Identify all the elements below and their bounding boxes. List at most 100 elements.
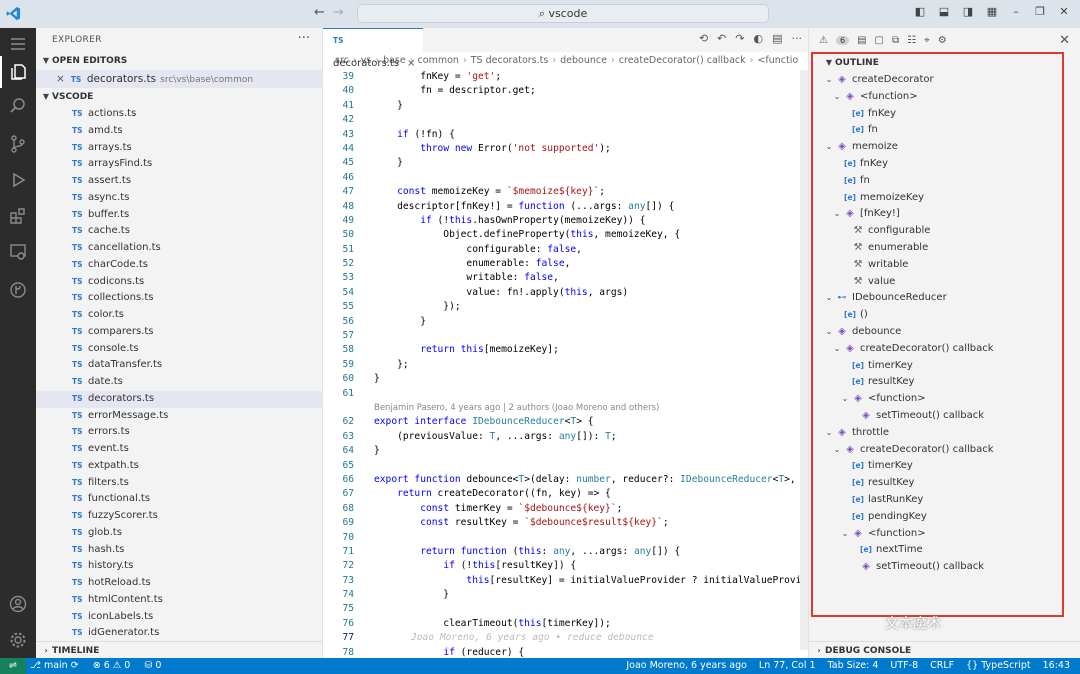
open-editors-section[interactable]: ▼ OPEN EDITORS bbox=[36, 52, 322, 70]
sync-icon[interactable]: ⟳ bbox=[71, 660, 79, 671]
outline-item[interactable]: ⌄ ◈ debounce bbox=[813, 324, 1062, 341]
breadcrumb-item[interactable]: <functio bbox=[757, 55, 798, 66]
file-item[interactable]: TS date.ts bbox=[36, 374, 322, 391]
toggle-secondary-sidebar-icon[interactable]: ◨ bbox=[962, 6, 974, 18]
outline-item[interactable]: ⚒ writable bbox=[813, 257, 1062, 274]
more-actions-icon[interactable]: ··· bbox=[298, 31, 310, 46]
command-center-search[interactable]: ⌕ vscode bbox=[357, 4, 769, 23]
chevron-down-icon[interactable]: ⌄ bbox=[823, 139, 835, 156]
layout-icon[interactable]: ▦ bbox=[986, 6, 998, 18]
outline-item[interactable]: [e] resultKey bbox=[813, 475, 1062, 492]
outline-item[interactable]: [e] nextTime bbox=[813, 542, 1062, 559]
chevron-down-icon[interactable]: ⌄ bbox=[823, 324, 835, 341]
outline-item[interactable]: [e] timerKey bbox=[813, 458, 1062, 475]
file-item[interactable]: TS event.ts bbox=[36, 441, 322, 458]
outline-item[interactable]: ⚒ value bbox=[813, 274, 1062, 291]
file-item[interactable]: TS idGenerator.ts bbox=[36, 625, 322, 642]
tab-decorators-ts[interactable]: TS decorators.ts × bbox=[323, 28, 423, 69]
file-item[interactable]: TS iconLabels.ts bbox=[36, 609, 322, 626]
file-item[interactable]: TS arrays.ts bbox=[36, 140, 322, 157]
extensions-view-icon[interactable]: ⚙ bbox=[938, 35, 947, 46]
timeline-icon[interactable]: ⌖ bbox=[924, 35, 930, 46]
file-item[interactable]: TS history.ts bbox=[36, 558, 322, 575]
file-item[interactable]: TS dataTransfer.ts bbox=[36, 357, 322, 374]
blame-status[interactable]: Joao Moreno, 6 years ago bbox=[626, 658, 747, 674]
file-item[interactable]: TS async.ts bbox=[36, 190, 322, 207]
problems-icon[interactable]: ⚠ bbox=[819, 35, 828, 46]
explorer-icon[interactable] bbox=[0, 56, 36, 88]
file-item[interactable]: TS arraysFind.ts bbox=[36, 156, 322, 173]
close-icon[interactable]: ✕ bbox=[1059, 33, 1070, 48]
timeline-icon[interactable]: ⟲ bbox=[699, 32, 708, 45]
outline-item[interactable]: ⚒ configurable bbox=[813, 223, 1062, 240]
language-mode[interactable]: {} TypeScript bbox=[966, 658, 1030, 674]
more-actions-icon[interactable]: ··· bbox=[792, 32, 803, 45]
problems-status[interactable]: ⊗ 6 ⚠ 0 bbox=[93, 658, 131, 674]
chevron-down-icon[interactable]: ⌄ bbox=[831, 442, 843, 459]
outline-item[interactable]: [e] fn bbox=[813, 122, 1062, 139]
file-item[interactable]: TS assert.ts bbox=[36, 173, 322, 190]
outline-item[interactable]: ◈ setTimeout() callback bbox=[813, 408, 1062, 425]
outline-item[interactable]: ⌄ ◈ createDecorator() callback bbox=[813, 442, 1062, 459]
file-item[interactable]: TS cache.ts bbox=[36, 223, 322, 240]
file-item[interactable]: TS codicons.ts bbox=[36, 274, 322, 291]
chevron-down-icon[interactable]: ⌄ bbox=[823, 425, 835, 442]
close-window-icon[interactable]: ✕ bbox=[1058, 6, 1070, 18]
minimize-icon[interactable]: – bbox=[1010, 6, 1022, 18]
back-button[interactable]: ← bbox=[314, 5, 325, 20]
outline-item[interactable]: [e] fnKey bbox=[813, 106, 1062, 123]
close-icon[interactable]: × bbox=[407, 58, 415, 69]
file-item[interactable]: TS functional.ts bbox=[36, 491, 322, 508]
outline-item[interactable]: [e] pendingKey bbox=[813, 509, 1062, 526]
debug-console-section[interactable]: › DEBUG CONSOLE bbox=[809, 641, 1080, 658]
outline-item[interactable]: [e] resultKey bbox=[813, 374, 1062, 391]
ports-status[interactable]: ⛁ 0 bbox=[144, 658, 161, 674]
git-icon[interactable]: ◐ bbox=[753, 32, 763, 45]
file-item[interactable]: TS cancellation.ts bbox=[36, 240, 322, 257]
timeline-section[interactable]: › TIMELINE bbox=[36, 641, 322, 658]
file-item[interactable]: TS fuzzyScorer.ts bbox=[36, 508, 322, 525]
indentation-status[interactable]: Tab Size: 4 bbox=[828, 658, 879, 674]
eol-status[interactable]: CRLF bbox=[930, 658, 954, 674]
output-icon[interactable]: ▢ bbox=[875, 35, 884, 46]
outline-item[interactable]: ◈ setTimeout() callback bbox=[813, 559, 1062, 576]
git-graph-icon[interactable] bbox=[0, 274, 36, 306]
breadcrumb-item[interactable]: createDecorator() callback bbox=[619, 55, 746, 66]
file-item[interactable]: TS errorMessage.ts bbox=[36, 408, 322, 425]
file-item[interactable]: TS buffer.ts bbox=[36, 207, 322, 224]
file-item[interactable]: TS glob.ts bbox=[36, 525, 322, 542]
outline-item[interactable]: ⌄ ◈ memoize bbox=[813, 139, 1062, 156]
close-icon[interactable]: × bbox=[56, 73, 65, 85]
chevron-down-icon[interactable]: ⌄ bbox=[831, 89, 843, 106]
file-item[interactable]: TS comparers.ts bbox=[36, 324, 322, 341]
outline-item[interactable]: [e] timerKey bbox=[813, 358, 1062, 375]
forward-button[interactable]: → bbox=[333, 5, 344, 20]
chevron-down-icon[interactable]: ⌄ bbox=[831, 206, 843, 223]
breadcrumb-item[interactable]: TS decorators.ts bbox=[471, 55, 549, 66]
encoding-status[interactable]: UTF-8 bbox=[890, 658, 918, 674]
open-editor-item[interactable]: × TS decorators.ts src\vs\base\common bbox=[36, 70, 322, 88]
outline-icon[interactable]: ☷ bbox=[907, 35, 916, 46]
chevron-down-icon[interactable]: ⌄ bbox=[839, 526, 851, 543]
toggle-sidebar-icon[interactable]: ◧ bbox=[914, 6, 926, 18]
restore-icon[interactable]: ❐ bbox=[1034, 6, 1046, 18]
breadcrumb-item[interactable]: common bbox=[418, 55, 459, 66]
toggle-panel-icon[interactable]: ⬓ bbox=[938, 6, 950, 18]
outline-item[interactable]: [e] lastRunKey bbox=[813, 492, 1062, 509]
extensions-icon[interactable] bbox=[0, 200, 36, 232]
remote-explorer-icon[interactable] bbox=[0, 236, 36, 268]
outline-section-header[interactable]: ▼ OUTLINE bbox=[813, 54, 1062, 72]
git-blame-codelens[interactable]: Benjamin Pasero, 4 years ago | 2 authors… bbox=[323, 401, 808, 415]
file-item[interactable]: TS extpath.ts bbox=[36, 458, 322, 475]
chevron-down-icon[interactable]: ⌄ bbox=[831, 341, 843, 358]
file-item[interactable]: TS errors.ts bbox=[36, 424, 322, 441]
file-item[interactable]: TS actions.ts bbox=[36, 106, 322, 123]
outline-item[interactable]: ⌄ ⊷ IDebounceReducer bbox=[813, 290, 1062, 307]
chevron-down-icon[interactable]: ⌄ bbox=[823, 290, 835, 307]
split-editor-icon[interactable]: ▤ bbox=[772, 32, 782, 45]
outline-item[interactable]: ⌄ ◈ throttle bbox=[813, 425, 1062, 442]
file-item[interactable]: TS amd.ts bbox=[36, 123, 322, 140]
outline-item[interactable]: ⌄ ◈ <function> bbox=[813, 391, 1062, 408]
file-item[interactable]: TS collections.ts bbox=[36, 290, 322, 307]
file-item[interactable]: TS charCode.ts bbox=[36, 257, 322, 274]
